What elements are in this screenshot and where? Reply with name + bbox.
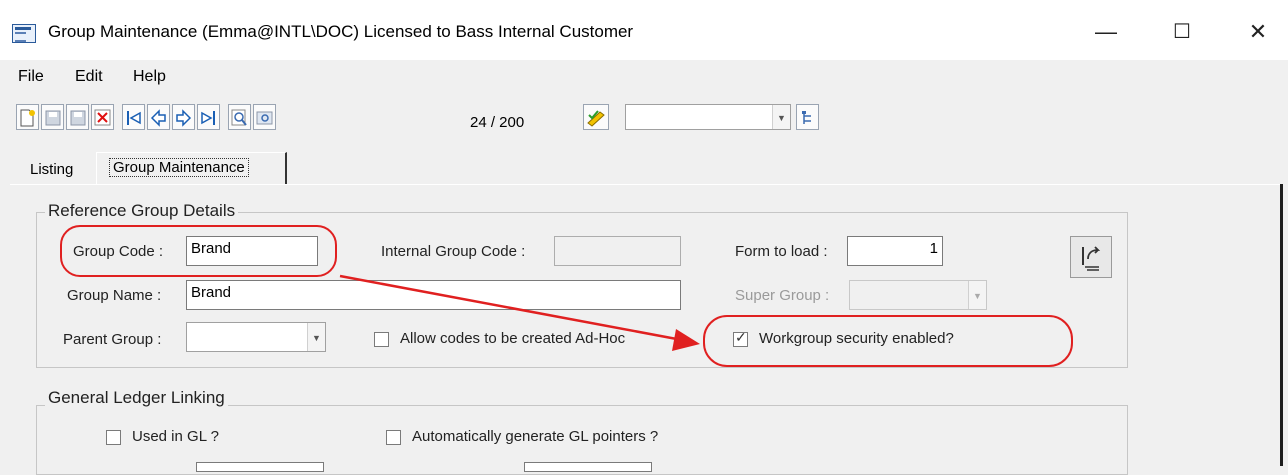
annotation-arrow [339, 274, 700, 351]
